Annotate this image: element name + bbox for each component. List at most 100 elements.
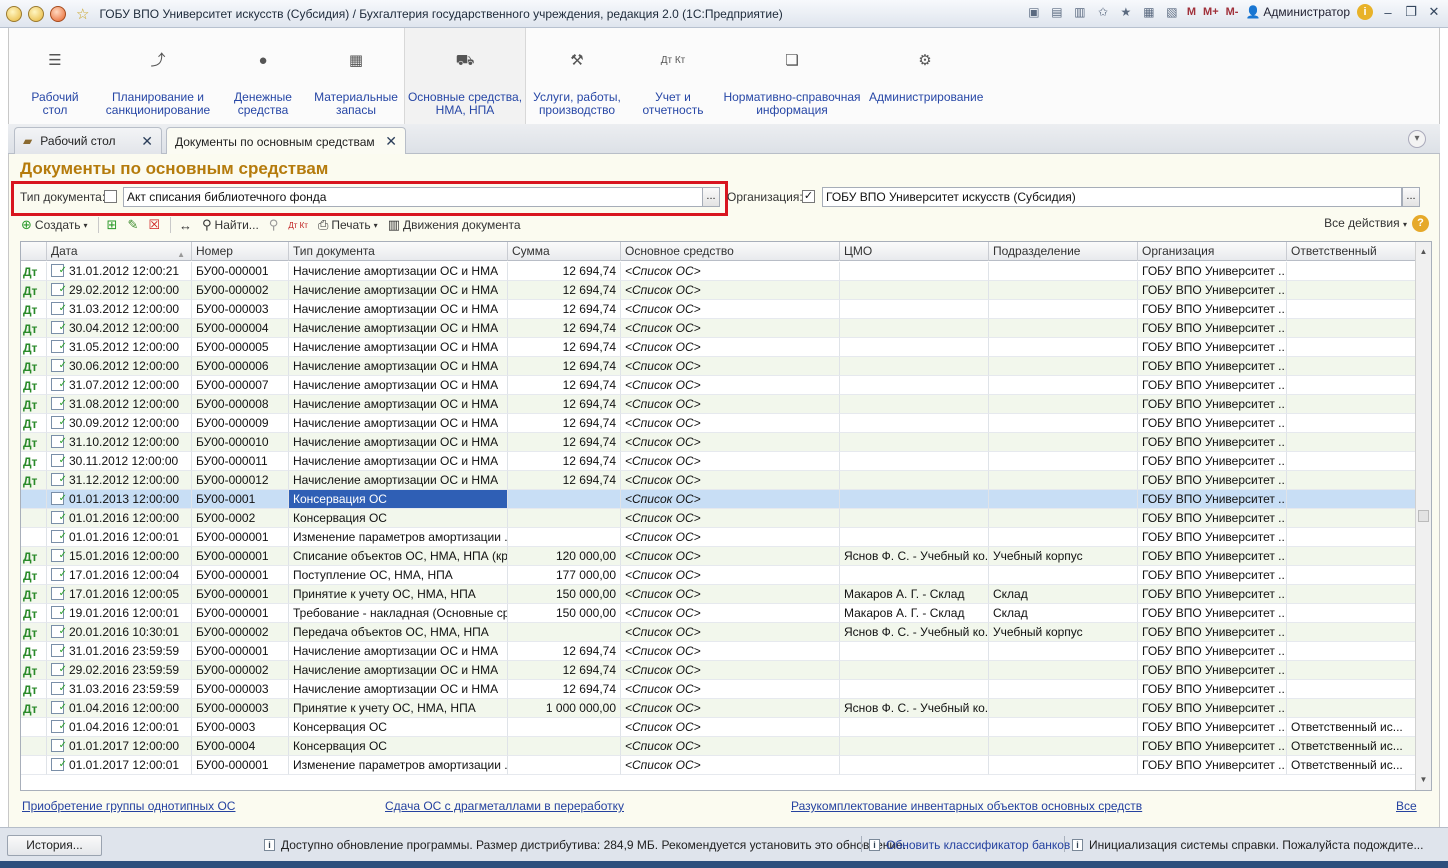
table-row[interactable]: 01.01.2013 12:00:00БУ00-0001Консервация … bbox=[21, 490, 1416, 509]
save-icon[interactable]: ▣ bbox=[1026, 4, 1042, 20]
table-row[interactable]: ДтКт19.01.2016 12:00:01БУ00-000001Требов… bbox=[21, 604, 1416, 623]
table-row[interactable]: ДтКт31.03.2016 23:59:59БУ00-000003Начисл… bbox=[21, 680, 1416, 699]
movements-button[interactable]: ▥ Движения документа bbox=[388, 217, 521, 233]
chevron-down-icon[interactable]: ▾ bbox=[1408, 130, 1426, 148]
header-number[interactable]: Номер bbox=[192, 242, 289, 261]
favorites-star-icon[interactable]: ☆ bbox=[76, 5, 89, 23]
section-desktop[interactable]: ☰ Рабочий стол bbox=[15, 28, 95, 124]
favorites-icon[interactable]: ★ bbox=[1118, 4, 1134, 20]
header-sum[interactable]: Сумма bbox=[508, 242, 621, 261]
link-disassembly[interactable]: Разукомплектование инвентарных объектов … bbox=[791, 799, 1142, 813]
memory-mplus-button[interactable]: M+ bbox=[1203, 4, 1219, 20]
link-precious-metals[interactable]: Сдача ОС с драгметаллами в переработку bbox=[385, 799, 624, 813]
delete-button[interactable]: ☒ bbox=[148, 217, 160, 233]
preview-icon[interactable]: ▥ bbox=[1072, 4, 1088, 20]
org-field[interactable]: ГОБУ ВПО Университет искусств (Субсидия) bbox=[822, 187, 1402, 207]
table-row[interactable]: ДтКт31.07.2012 12:00:00БУ00-000007Начисл… bbox=[21, 376, 1416, 395]
close-button[interactable]: ✕ bbox=[1426, 4, 1442, 20]
header-organization[interactable]: Организация bbox=[1138, 242, 1287, 261]
help-icon[interactable]: ? bbox=[1412, 215, 1429, 232]
tab-fixed-assets-docs[interactable]: Документы по основным средствам ✕ bbox=[166, 127, 406, 155]
user-menu[interactable]: 👤 Администратор bbox=[1245, 5, 1350, 19]
all-actions-menu[interactable]: Все действия ▾ bbox=[1324, 216, 1407, 230]
doc-type-select-button[interactable]: ... bbox=[702, 187, 720, 207]
header-responsible[interactable]: Ответственный bbox=[1287, 242, 1416, 261]
restore-button[interactable]: ❐ bbox=[1403, 4, 1419, 20]
update-banks-message[interactable]: i Обновить классификатор банков bbox=[869, 838, 1070, 852]
dropdown-circle-icon[interactable] bbox=[28, 5, 44, 22]
calculator-icon[interactable]: ▦ bbox=[1141, 4, 1157, 20]
dtkt-button[interactable]: Дт Кт bbox=[288, 221, 308, 230]
update-message[interactable]: i Доступно обновление программы. Размер д… bbox=[264, 838, 906, 852]
header-doc-type[interactable]: Тип документа bbox=[289, 242, 508, 261]
section-reference[interactable]: ❏ Нормативно-справочная информация bbox=[721, 28, 863, 124]
doc-type-field[interactable]: Акт списания библиотечного фонда bbox=[123, 187, 703, 207]
print-icon[interactable]: ▤ bbox=[1049, 4, 1065, 20]
table-row[interactable]: ДтКт01.04.2016 12:00:00БУ00-000003Принят… bbox=[21, 699, 1416, 718]
header-fixed-asset[interactable]: Основное средство bbox=[621, 242, 840, 261]
table-row[interactable]: ДтКт30.09.2012 12:00:00БУ00-000009Начисл… bbox=[21, 414, 1416, 433]
edit-button[interactable]: ✎ bbox=[127, 217, 138, 233]
scroll-thumb[interactable] bbox=[1418, 510, 1429, 522]
section-admin[interactable]: ⚙ Администрирование bbox=[869, 28, 983, 124]
cell-type: Принятие к учету ОС, НМА, НПА bbox=[289, 585, 508, 604]
memory-mminus-button[interactable]: M- bbox=[1226, 4, 1239, 20]
doc-type-checkbox[interactable] bbox=[104, 190, 117, 203]
section-materials[interactable]: ▦ Материальные запасы bbox=[311, 28, 401, 124]
tab-desktop[interactable]: ▰ Рабочий стол ✕ bbox=[14, 127, 162, 154]
minimize-button[interactable]: – bbox=[1380, 5, 1396, 20]
table-row[interactable]: ДтКт30.06.2012 12:00:00БУ00-000006Начисл… bbox=[21, 357, 1416, 376]
calendar-icon[interactable]: ▧ bbox=[1164, 4, 1180, 20]
memory-m-button[interactable]: M bbox=[1187, 4, 1196, 20]
section-planning[interactable]: ⤴ Планирование и санкционирование bbox=[103, 28, 213, 124]
table-row[interactable]: ДтКт17.01.2016 12:00:04БУ00-000001Поступ… bbox=[21, 566, 1416, 585]
table-row[interactable]: ДтКт31.08.2012 12:00:00БУ00-000008Начисл… bbox=[21, 395, 1416, 414]
vertical-scrollbar[interactable]: ▲ ▼ bbox=[1415, 242, 1431, 790]
history-button[interactable]: История... bbox=[7, 835, 102, 856]
table-row[interactable]: ДтКт31.01.2016 23:59:59БУ00-000001Начисл… bbox=[21, 642, 1416, 661]
header-cmo[interactable]: ЦМО bbox=[840, 242, 989, 261]
table-row[interactable]: ДтКт30.04.2012 12:00:00БУ00-000004Начисл… bbox=[21, 319, 1416, 338]
find-button[interactable]: ⚲ Найти... bbox=[202, 217, 259, 233]
navigation-icon[interactable] bbox=[50, 5, 66, 22]
org-select-button[interactable]: ... bbox=[1402, 187, 1420, 207]
header-date[interactable]: Дата ▲ bbox=[47, 242, 192, 261]
scroll-down-icon[interactable]: ▼ bbox=[1416, 772, 1431, 788]
create-button[interactable]: ⊕ Создать ▾ bbox=[21, 217, 88, 233]
app-menu-icon[interactable] bbox=[6, 5, 22, 22]
section-fixed-assets[interactable]: ⛟ Основные средства, НМА, НПА bbox=[404, 28, 526, 124]
org-checkbox[interactable]: ✓ bbox=[802, 190, 815, 203]
cell-os: <Список ОС> bbox=[621, 300, 840, 319]
cancel-search-button[interactable]: ⚲ bbox=[269, 217, 279, 233]
table-row[interactable]: ДтКт31.03.2012 12:00:00БУ00-000003Начисл… bbox=[21, 300, 1416, 319]
table-row[interactable]: ДтКт31.10.2012 12:00:00БУ00-000010Начисл… bbox=[21, 433, 1416, 452]
print-button[interactable]: ⎙ Печать ▾ bbox=[318, 217, 378, 233]
post-button[interactable]: ↔ bbox=[179, 218, 192, 233]
table-row[interactable]: ДтКт17.01.2016 12:00:05БУ00-000001Принят… bbox=[21, 585, 1416, 604]
close-tab-icon[interactable]: ✕ bbox=[141, 133, 153, 150]
add-favorite-icon[interactable]: ✩ bbox=[1095, 4, 1111, 20]
table-row[interactable]: ДтКт20.01.2016 10:30:01БУ00-000002Переда… bbox=[21, 623, 1416, 642]
section-money[interactable]: ● Денежные средства bbox=[223, 28, 303, 124]
table-row[interactable]: 01.01.2016 12:00:01БУ00-000001Изменение … bbox=[21, 528, 1416, 547]
section-services[interactable]: ⚒ Услуги, работы, производство bbox=[529, 28, 625, 124]
info-icon[interactable]: i bbox=[1357, 4, 1373, 20]
table-row[interactable]: ДтКт31.12.2012 12:00:00БУ00-000012Начисл… bbox=[21, 471, 1416, 490]
table-row[interactable]: 01.01.2017 12:00:01БУ00-000001Изменение … bbox=[21, 756, 1416, 775]
table-row[interactable]: ДтКт15.01.2016 12:00:00БУ00-000001Списан… bbox=[21, 547, 1416, 566]
copy-button[interactable]: ⊞ bbox=[107, 217, 118, 233]
table-row[interactable]: ДтКт31.05.2012 12:00:00БУ00-000005Начисл… bbox=[21, 338, 1416, 357]
table-row[interactable]: 01.04.2016 12:00:01БУ00-0003Консервация … bbox=[21, 718, 1416, 737]
table-row[interactable]: ДтКт31.01.2012 12:00:21БУ00-000001Начисл… bbox=[21, 262, 1416, 281]
header-department[interactable]: Подразделение bbox=[989, 242, 1138, 261]
table-row[interactable]: 01.01.2017 12:00:00БУ00-0004Консервация … bbox=[21, 737, 1416, 756]
section-accounting[interactable]: Дт Кт Учет и отчетность bbox=[635, 28, 711, 124]
close-tab-icon[interactable]: ✕ bbox=[385, 133, 397, 150]
table-row[interactable]: 01.01.2016 12:00:00БУ00-0002Консервация … bbox=[21, 509, 1416, 528]
table-row[interactable]: ДтКт30.11.2012 12:00:00БУ00-000011Начисл… bbox=[21, 452, 1416, 471]
link-group-acquisition[interactable]: Приобретение группы однотипных ОС bbox=[22, 799, 235, 813]
link-all[interactable]: Все bbox=[1396, 799, 1417, 813]
table-row[interactable]: ДтКт29.02.2016 23:59:59БУ00-000002Начисл… bbox=[21, 661, 1416, 680]
table-row[interactable]: ДтКт29.02.2012 12:00:00БУ00-000002Начисл… bbox=[21, 281, 1416, 300]
scroll-up-icon[interactable]: ▲ bbox=[1416, 244, 1431, 260]
